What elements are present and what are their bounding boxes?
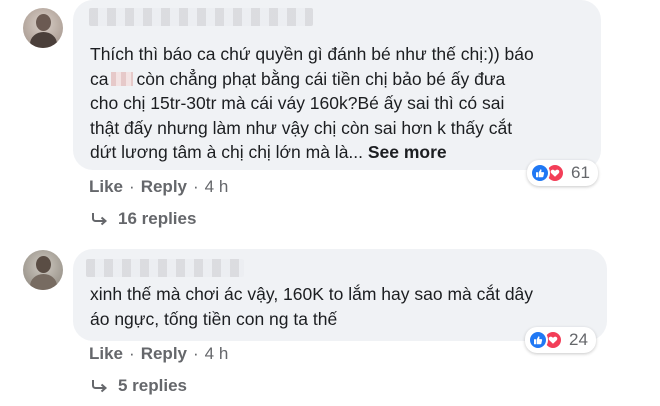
replies-count-label: 5 replies: [118, 376, 187, 395]
reaction-count: 61: [571, 163, 590, 182]
reaction-summary[interactable]: 24: [525, 327, 596, 353]
reply-button[interactable]: Reply: [141, 177, 187, 197]
separator-dot: ·: [193, 344, 199, 363]
separator-dot: ·: [129, 177, 135, 196]
reply-button[interactable]: Reply: [141, 344, 187, 364]
avatar[interactable]: [23, 8, 63, 48]
comment-actions: Like · Reply · 4 h: [89, 177, 228, 197]
blurred-word: [111, 71, 134, 86]
like-icon: [528, 330, 548, 350]
avatar-head: [36, 256, 51, 273]
avatar[interactable]: [23, 250, 63, 290]
like-icon: [530, 163, 550, 183]
comment-bubble: Thích thì báo ca chứ quyền gì đánh bé nh…: [73, 0, 601, 170]
author-name-blurred[interactable]: [89, 8, 313, 26]
comment-text: Thích thì báo ca chứ quyền gì đánh bé nh…: [90, 42, 600, 165]
like-button[interactable]: Like: [89, 177, 123, 197]
separator-dot: ·: [193, 177, 199, 196]
reaction-summary[interactable]: 61: [527, 160, 598, 186]
see-more-link[interactable]: See more: [368, 142, 447, 162]
separator-dot: ·: [129, 344, 135, 363]
author-name-blurred[interactable]: [86, 259, 244, 277]
reply-arrow-icon: [92, 380, 108, 393]
reaction-count: 24: [569, 330, 588, 349]
avatar-body: [30, 274, 57, 290]
like-button[interactable]: Like: [89, 344, 123, 364]
view-replies-button[interactable]: 16 replies: [91, 209, 196, 229]
timestamp[interactable]: 4 h: [205, 177, 229, 197]
comment-bubble: xinh thế mà chơi ác vậy, 160K to lắm hay…: [73, 249, 607, 341]
replies-count-label: 16 replies: [118, 209, 197, 228]
avatar-body: [30, 32, 57, 48]
comment-text: xinh thế mà chơi ác vậy, 160K to lắm hay…: [90, 284, 534, 329]
reply-arrow-icon: [92, 213, 108, 226]
timestamp[interactable]: 4 h: [205, 344, 229, 364]
comment-actions: Like · Reply · 4 h: [89, 344, 228, 364]
comment-text-part: còn chẳng phạt bằng cái tiền chị bảo bé …: [90, 68, 513, 163]
avatar-head: [36, 14, 51, 31]
view-replies-button[interactable]: 5 replies: [91, 376, 187, 396]
